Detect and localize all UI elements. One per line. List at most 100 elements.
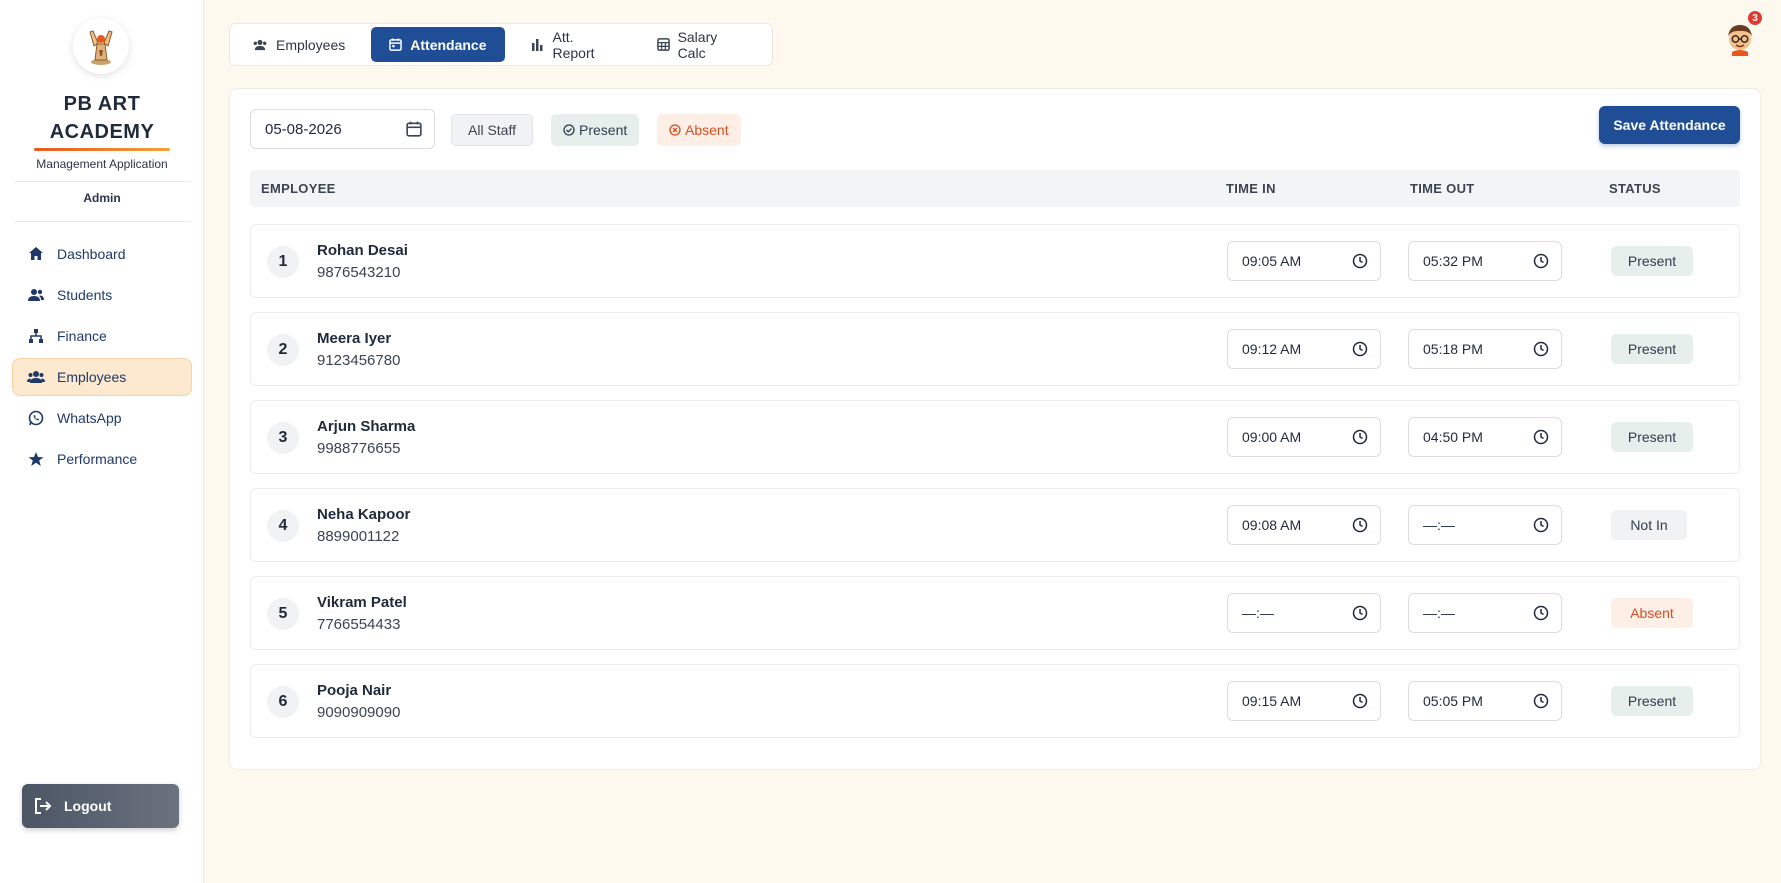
tab-salary-calc[interactable]: Salary Calc: [639, 27, 760, 62]
status-badge[interactable]: Present: [1611, 246, 1693, 276]
filter-absent[interactable]: Absent: [657, 114, 741, 146]
sidebar-item-finance[interactable]: Finance: [12, 317, 192, 355]
status-badge[interactable]: Not In: [1611, 510, 1687, 540]
sidebar-nav: Dashboard Students Finance Employees Wha…: [12, 235, 192, 481]
time-out-value: 05:18 PM: [1423, 341, 1483, 357]
sidebar-item-employees[interactable]: Employees: [12, 358, 192, 396]
notification-badge[interactable]: 3: [1747, 10, 1763, 26]
divider: [14, 221, 190, 222]
users-icon: [27, 286, 45, 304]
date-value: 05-08-2026: [265, 120, 342, 138]
table-header: EMPLOYEE TIME IN TIME OUT STATUS: [250, 170, 1740, 207]
divider: [14, 181, 190, 182]
table-row: 4 Neha Kapoor 8899001122 09:08 AM —:— Not In: [250, 488, 1740, 562]
time-out-input[interactable]: 04:50 PM: [1408, 417, 1562, 457]
clock-icon[interactable]: [1352, 605, 1368, 621]
sidebar-item-label: Employees: [57, 369, 127, 385]
table-row: 5 Vikram Patel 7766554433 —:— —:— Absent: [250, 576, 1740, 650]
employee-name: Pooja Nair: [317, 682, 392, 699]
clock-icon[interactable]: [1533, 517, 1549, 533]
tab-label: Employees: [276, 36, 346, 53]
time-in-input[interactable]: 09:00 AM: [1227, 417, 1381, 457]
time-in-input[interactable]: —:—: [1227, 593, 1381, 633]
row-number: 1: [267, 246, 299, 278]
time-in-input[interactable]: 09:12 AM: [1227, 329, 1381, 369]
time-in-input[interactable]: 09:05 AM: [1227, 241, 1381, 281]
attendance-toolbar: 05-08-2026 All Staff Present Absent Save…: [250, 106, 1740, 149]
status-badge[interactable]: Absent: [1611, 598, 1693, 628]
hierarchy-icon: [27, 327, 45, 345]
filter-label: All Staff: [468, 122, 516, 138]
sidebar-item-dashboard[interactable]: Dashboard: [12, 235, 192, 273]
tab-label: Att. Report: [552, 28, 595, 61]
time-out-input[interactable]: 05:18 PM: [1408, 329, 1562, 369]
attendance-card: 05-08-2026 All Staff Present Absent Save…: [229, 88, 1761, 770]
time-in-value: 09:05 AM: [1242, 253, 1302, 269]
column-header-time-out: TIME OUT: [1410, 181, 1475, 196]
time-in-value: 09:12 AM: [1242, 341, 1302, 357]
sidebar-item-label: Dashboard: [57, 246, 126, 262]
row-number: 3: [267, 422, 299, 454]
time-out-value: 05:32 PM: [1423, 253, 1483, 269]
clock-icon[interactable]: [1352, 693, 1368, 709]
clock-icon[interactable]: [1533, 253, 1549, 269]
time-in-value: 09:15 AM: [1242, 693, 1302, 709]
time-in-input[interactable]: 09:15 AM: [1227, 681, 1381, 721]
brand-title: PB ART ACADEMY: [49, 93, 155, 143]
status-badge[interactable]: Present: [1611, 334, 1693, 364]
calendar-icon[interactable]: [406, 121, 422, 137]
sidebar-item-performance[interactable]: Performance: [12, 440, 192, 478]
clock-icon[interactable]: [1352, 253, 1368, 269]
time-out-value: 05:05 PM: [1423, 693, 1483, 709]
clock-icon[interactable]: [1533, 693, 1549, 709]
filter-all-staff[interactable]: All Staff: [451, 114, 533, 146]
time-out-input[interactable]: 05:05 PM: [1408, 681, 1562, 721]
calendar-icon: [389, 38, 403, 51]
logout-label: Logout: [64, 798, 112, 814]
employee-name: Arjun Sharma: [317, 418, 416, 435]
module-tabs: Employees Attendance Att. Report Salary …: [229, 23, 773, 66]
filter-present[interactable]: Present: [551, 114, 640, 146]
clock-icon[interactable]: [1533, 341, 1549, 357]
time-out-input[interactable]: —:—: [1408, 593, 1562, 633]
employee-name: Meera Iyer: [317, 330, 392, 347]
row-number: 5: [267, 598, 299, 630]
column-header-status: STATUS: [1609, 181, 1661, 196]
time-in-input[interactable]: 09:08 AM: [1227, 505, 1381, 545]
row-number: 2: [267, 334, 299, 366]
time-out-input[interactable]: 05:32 PM: [1408, 241, 1562, 281]
academy-logo: [73, 18, 129, 74]
employee-name: Vikram Patel: [317, 594, 407, 611]
save-attendance-button[interactable]: Save Attendance: [1599, 106, 1740, 144]
star-icon: [27, 450, 45, 468]
table-row: 3 Arjun Sharma 9988776655 09:00 AM 04:50 PM P…: [250, 400, 1740, 474]
sidebar-item-whatsapp[interactable]: WhatsApp: [12, 399, 192, 437]
column-header-time-in: TIME IN: [1226, 181, 1276, 196]
tab-attendance[interactable]: Attendance: [371, 27, 505, 62]
filter-label: Present: [579, 122, 628, 138]
date-picker-input[interactable]: 05-08-2026: [250, 109, 435, 149]
status-badge[interactable]: Present: [1611, 686, 1693, 716]
employee-phone: 7766554433: [317, 616, 401, 633]
brand-underline: [34, 148, 170, 151]
tab-employees[interactable]: Employees: [234, 27, 363, 62]
time-in-value: 09:00 AM: [1242, 429, 1302, 445]
home-icon: [27, 245, 45, 263]
table-row: 1 Rohan Desai 9876543210 09:05 AM 05:32 PM Pr…: [250, 224, 1740, 298]
table-row: 2 Meera Iyer 9123456780 09:12 AM 05:18 PM Pre…: [250, 312, 1740, 386]
logout-button[interactable]: Logout: [22, 784, 179, 828]
sidebar-item-label: Finance: [57, 328, 107, 344]
time-out-input[interactable]: —:—: [1408, 505, 1562, 545]
tab-label: Salary Calc: [677, 28, 718, 61]
employee-phone: 9123456780: [317, 352, 401, 369]
calculator-icon: [656, 38, 670, 51]
sidebar-item-label: Students: [57, 287, 113, 303]
clock-icon[interactable]: [1533, 605, 1549, 621]
status-badge[interactable]: Present: [1611, 422, 1693, 452]
clock-icon[interactable]: [1352, 517, 1368, 533]
clock-icon[interactable]: [1352, 341, 1368, 357]
clock-icon[interactable]: [1533, 429, 1549, 445]
clock-icon[interactable]: [1352, 429, 1368, 445]
tab-att-report[interactable]: Att. Report: [513, 27, 631, 62]
sidebar-item-students[interactable]: Students: [12, 276, 192, 314]
